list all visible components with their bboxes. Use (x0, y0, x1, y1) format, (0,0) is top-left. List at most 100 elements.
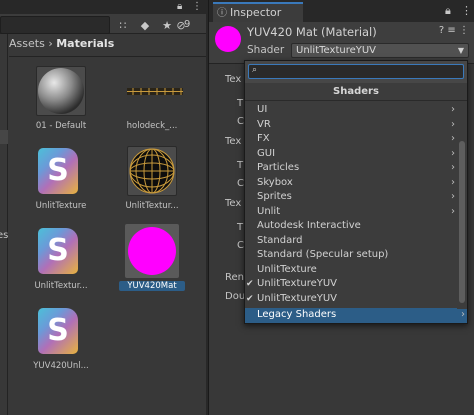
tree-selected-row[interactable] (0, 130, 8, 144)
shader-menu-item[interactable]: UI › (245, 103, 457, 118)
shader-menu-item-label: VR (257, 118, 271, 130)
shader-menu-item-label: Particles (257, 162, 300, 173)
asset-tile[interactable]: S UnlitTextur... (21, 226, 101, 306)
asset-label: UnlitTexture (35, 201, 87, 211)
shader-popup: ⌕ Shaders UI › VR › FX › GUI › Particles › Skybox ›… (244, 60, 468, 324)
shader-menu-item-label: GUI (257, 147, 276, 159)
property-label: Ren (225, 272, 244, 283)
property-label: Dou (225, 291, 246, 302)
shader-search-input[interactable]: ⌕ (248, 64, 464, 79)
inspector-tab-row: ⓘ Inspector 🔒︎ ⋮ (209, 0, 474, 22)
property-label: Tex (225, 74, 242, 85)
help-icon[interactable]: ? (439, 25, 444, 36)
shader-menu-item[interactable]: Sprites › (245, 190, 457, 205)
checkmark-icon: ✔ (246, 279, 254, 289)
shader-menu-item[interactable]: Unlit › (245, 205, 457, 220)
breadcrumb-current[interactable]: Materials (56, 37, 114, 50)
breadcrumb-root[interactable]: Assets (9, 37, 45, 50)
asset-label: 01 - Default (35, 121, 87, 131)
project-window: 🔒︎ ⋮ ∷ ◆ ★ ⊘ 9 es Assets › Materials 01 … (0, 0, 206, 415)
menu-icon[interactable]: ⋮ (192, 1, 202, 12)
label-icon[interactable]: ◆ (136, 18, 154, 34)
more-icon[interactable]: ⋮ (459, 25, 469, 36)
shader-menu-item[interactable]: Autodesk Interactive (245, 219, 457, 234)
material-thumbnail (127, 146, 177, 196)
shader-menu-item-label: FX (257, 133, 270, 144)
shader-menu-item[interactable]: Particles › (245, 161, 457, 176)
property-label: Tex (225, 136, 242, 147)
asset-tile[interactable]: 01 - Default (21, 66, 101, 146)
lock-icon[interactable]: 🔒︎ (177, 1, 182, 12)
shader-menu-item-label: UI (257, 104, 268, 115)
shader-menu-item-label: Legacy Shaders (257, 309, 337, 320)
asset-tile[interactable]: UnlitTextur... (112, 146, 192, 226)
chevron-right-icon: › (461, 309, 465, 320)
texture-strip-icon (127, 88, 183, 95)
material-preview (215, 26, 241, 52)
property-label: T (237, 160, 244, 171)
material-thumbnail (127, 226, 177, 276)
favorite-icon[interactable]: ★ (158, 18, 176, 34)
material-title: YUV420 Mat (Material) (247, 25, 377, 39)
tab-label: Inspector (230, 6, 282, 19)
texture-thumbnail (127, 66, 183, 116)
folder-tree[interactable]: es (0, 34, 8, 415)
shader-menu-item-highlighted[interactable]: Legacy Shaders › (245, 308, 467, 323)
shader-menu-item[interactable]: Standard (Specular setup) (245, 248, 457, 263)
shader-menu-item[interactable]: FX › (245, 132, 457, 147)
shader-menu-item[interactable]: Skybox › (245, 176, 457, 191)
chevron-right-icon: › (451, 191, 455, 202)
shader-menu-item-label: Sprites (257, 191, 292, 202)
info-icon: ⓘ (217, 8, 227, 19)
shader-menu-item[interactable]: UnlitTexture (245, 263, 457, 278)
chevron-right-icon: › (451, 205, 455, 217)
shader-icon: S (38, 308, 78, 354)
shader-menu-item[interactable]: ✔ UnlitTextureYUV (245, 292, 457, 307)
property-label: T (237, 222, 244, 233)
wire-sphere-icon (129, 148, 175, 194)
asset-tile[interactable]: holodeck_... (112, 66, 192, 146)
shader-dropdown[interactable]: UnlitTextureYUV ▼ (291, 43, 469, 58)
shader-menu-item[interactable]: Standard (245, 234, 457, 249)
shader-menu-item-label: UnlitTexture (257, 263, 317, 275)
property-label: C (237, 116, 244, 127)
breadcrumb: Assets › Materials (9, 37, 114, 55)
lock-icon[interactable]: 🔒︎ (445, 4, 451, 18)
search-icon: ⌕ (252, 65, 258, 75)
project-search-input[interactable] (0, 16, 110, 34)
header-icons: ? ≡ ⋮ (439, 25, 469, 36)
shader-menu-item-label: UnlitTextureYUV (257, 278, 338, 289)
divider (9, 56, 206, 57)
shader-menu-item-label: Skybox (257, 176, 293, 188)
scene-filter-icon[interactable]: ∷ (114, 18, 132, 34)
chevron-right-icon: › (451, 147, 455, 159)
asset-tile-selected[interactable]: YUV420Mat (112, 224, 192, 306)
popup-scrollbar[interactable] (457, 101, 467, 309)
gray-sphere-icon (38, 68, 84, 114)
asset-tile[interactable]: S YUV420Unl... (21, 306, 101, 386)
preset-icon[interactable]: ≡ (447, 25, 455, 36)
dropdown-arrow-icon: ▼ (457, 46, 464, 55)
shader-menu-item-label: Autodesk Interactive (257, 220, 361, 231)
menu-icon[interactable]: ⋮ (461, 4, 472, 17)
shader-menu-item[interactable]: ✔ UnlitTextureYUV (245, 277, 457, 292)
project-tab-row: 🔒︎ ⋮ (0, 0, 206, 14)
material-header: YUV420 Mat (Material) ? ≡ ⋮ Shader Unlit… (209, 22, 474, 64)
shader-menu-item[interactable]: GUI › (245, 147, 457, 162)
asset-tile[interactable]: S UnlitTexture (21, 146, 101, 226)
hidden-count: 9 (184, 19, 191, 30)
shader-label: Shader (247, 44, 285, 56)
shader-icon: S (38, 148, 78, 194)
chevron-right-icon: › (451, 176, 455, 188)
chevron-right-icon: › (451, 162, 455, 173)
tab-inspector[interactable]: ⓘ Inspector (213, 2, 303, 22)
chevron-right-icon: › (451, 118, 455, 130)
property-label: T (237, 98, 244, 109)
tree-item-fragment[interactable]: es (0, 230, 8, 241)
shader-menu-item[interactable]: VR › (245, 118, 457, 133)
checkmark-icon: ✔ (246, 293, 254, 304)
shader-menu-item-label: Standard (Specular setup) (257, 249, 389, 260)
breadcrumb-separator: › (48, 37, 53, 50)
shader-list: UI › VR › FX › GUI › Particles › Skybox › Sprites › Un… (245, 101, 467, 323)
scrollbar-thumb[interactable] (459, 141, 465, 303)
